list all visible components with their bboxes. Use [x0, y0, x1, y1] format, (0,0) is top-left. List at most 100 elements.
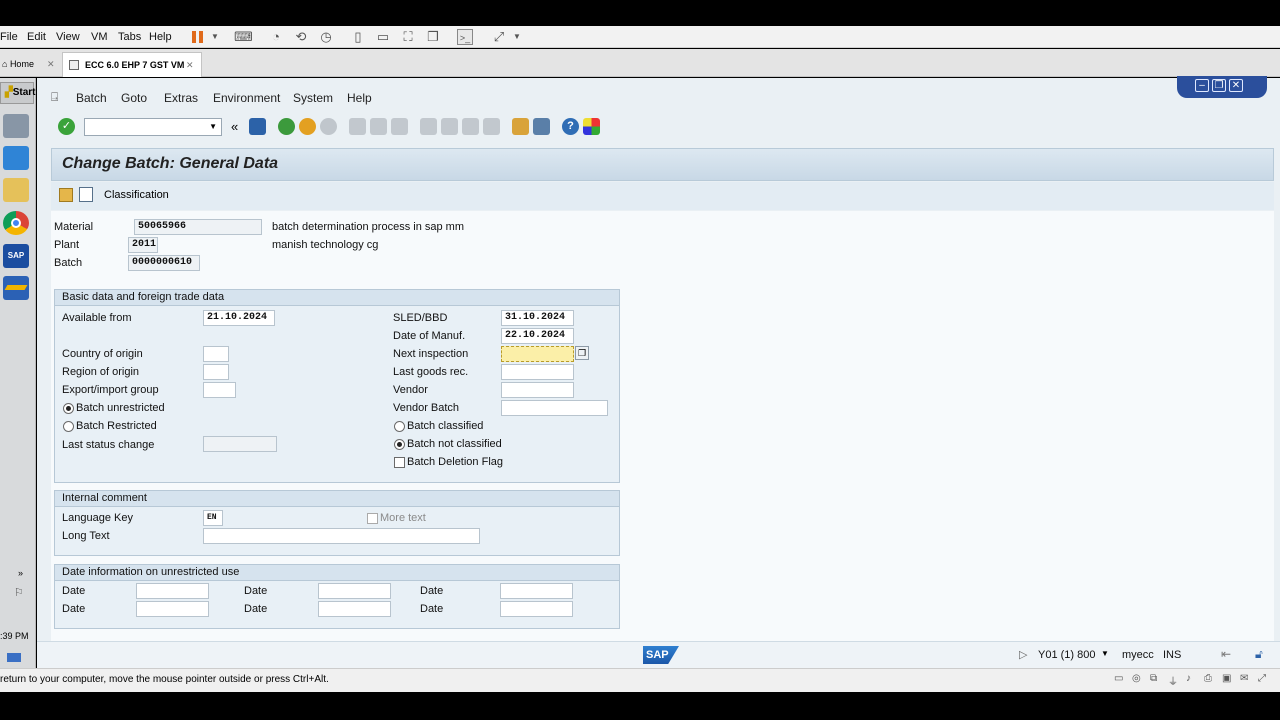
- available-from-field[interactable]: 21.10.2024: [203, 310, 275, 326]
- last-page-icon[interactable]: [483, 118, 500, 135]
- export-import-group-field[interactable]: [203, 382, 236, 398]
- back-icon[interactable]: [278, 118, 295, 135]
- region-of-origin-field[interactable]: [203, 364, 229, 380]
- more-text-checkbox[interactable]: [367, 513, 378, 524]
- country-of-origin-field[interactable]: [203, 346, 229, 362]
- menu-extras[interactable]: Extras: [164, 91, 198, 105]
- play-icon[interactable]: ▷: [1019, 648, 1027, 661]
- date-field[interactable]: [136, 583, 209, 599]
- tab-ecc-vm[interactable]: ECC 6.0 EHP 7 GST VM ✕: [62, 52, 202, 77]
- restore-icon[interactable]: ❐: [1212, 79, 1226, 92]
- chevron-right-icon[interactable]: »: [18, 568, 23, 578]
- exit-icon[interactable]: [299, 118, 316, 135]
- chevron-down-icon[interactable]: ▼: [509, 29, 525, 45]
- fullscreen-icon[interactable]: ⛶: [400, 29, 416, 45]
- batch-classified-radio[interactable]: [394, 421, 405, 432]
- print-icon[interactable]: [349, 118, 366, 135]
- date-field[interactable]: [318, 601, 391, 617]
- enter-check-icon[interactable]: ✓: [58, 118, 75, 135]
- display-icon: ▣: [1222, 673, 1232, 684]
- edit-icon[interactable]: [79, 187, 93, 202]
- vendor-field[interactable]: [501, 382, 574, 398]
- long-text-field[interactable]: [203, 528, 480, 544]
- date-of-manuf-field[interactable]: 22.10.2024: [501, 328, 574, 344]
- vm-menu-file[interactable]: File: [0, 26, 18, 48]
- menu-environment[interactable]: Environment: [213, 91, 280, 105]
- revert-snapshot-icon[interactable]: ⟲: [293, 29, 309, 45]
- resize-icon[interactable]: ⇤: [1221, 647, 1231, 661]
- powershell-icon[interactable]: [3, 146, 29, 170]
- chevron-down-icon[interactable]: ▼: [209, 122, 217, 131]
- last-status-change-field: [203, 436, 277, 452]
- menu-batch[interactable]: Batch: [76, 91, 107, 105]
- sap-logo: SAP: [643, 646, 679, 664]
- tab-home[interactable]: ⌂ Home ✕: [0, 52, 60, 77]
- date-field[interactable]: [318, 583, 391, 599]
- date-picker-icon[interactable]: ❐: [575, 346, 589, 360]
- flag-icon[interactable]: ⚐: [14, 586, 24, 599]
- cancel-icon[interactable]: [320, 118, 337, 135]
- date-field[interactable]: [136, 601, 209, 617]
- snapshot-manager-icon[interactable]: ◷: [318, 29, 334, 45]
- vm-menu-vm[interactable]: VM: [91, 26, 108, 48]
- sap-logon-icon[interactable]: SAP: [3, 244, 29, 268]
- previous-page-icon[interactable]: [441, 118, 458, 135]
- customize-layout-icon[interactable]: [583, 118, 600, 135]
- vm-menu-help[interactable]: Help: [149, 26, 172, 48]
- chevron-down-icon[interactable]: ▼: [1101, 649, 1109, 658]
- classification-button[interactable]: Classification: [104, 189, 169, 201]
- menu-goto[interactable]: Goto: [121, 91, 147, 105]
- snapshot-icon[interactable]: ◔: [268, 29, 284, 45]
- close-icon[interactable]: ✕: [186, 53, 194, 77]
- vm-menu-edit[interactable]: Edit: [27, 26, 46, 48]
- close-icon[interactable]: ✕: [47, 52, 55, 76]
- menu-icon[interactable]: ⍈: [51, 90, 58, 105]
- menu-help[interactable]: Help: [347, 91, 372, 105]
- date-info-group: Date information on unrestricted use Dat…: [54, 564, 620, 629]
- create-session-icon[interactable]: [512, 118, 529, 135]
- display-change-icon[interactable]: [59, 188, 73, 202]
- chevrons-left-icon[interactable]: «: [231, 119, 238, 134]
- find-icon[interactable]: [370, 118, 387, 135]
- network-icon[interactable]: [3, 114, 29, 138]
- tab-ecc-label: ECC 6.0 EHP 7 GST VM: [85, 60, 185, 70]
- batch-not-classified-radio[interactable]: [394, 439, 405, 450]
- language-key-field[interactable]: EN: [203, 510, 223, 526]
- command-field[interactable]: ▼: [84, 118, 222, 136]
- help-icon[interactable]: ?: [562, 118, 579, 135]
- console-icon[interactable]: >_: [457, 29, 473, 45]
- usb-icon: ⏚: [1168, 677, 1178, 688]
- vm-menu-view[interactable]: View: [56, 26, 80, 48]
- sap-gui-icon[interactable]: [3, 276, 29, 300]
- lock-icon[interactable]: 🔓︎: [1255, 647, 1263, 662]
- shortcut-icon[interactable]: [533, 118, 550, 135]
- batch-unrestricted-radio[interactable]: [63, 403, 74, 414]
- folder-icon[interactable]: [3, 178, 29, 202]
- last-goods-rec-field[interactable]: [501, 364, 574, 380]
- stretch-icon[interactable]: ⤢: [491, 29, 507, 45]
- send-keys-icon[interactable]: ⌨: [234, 29, 253, 45]
- vm-menu-tabs[interactable]: Tabs: [118, 26, 141, 48]
- show-desktop-icon[interactable]: [7, 653, 21, 662]
- save-icon[interactable]: [249, 118, 266, 135]
- sled-bbd-field[interactable]: 31.10.2024: [501, 310, 574, 326]
- date-field[interactable]: [500, 583, 573, 599]
- menu-system[interactable]: System: [293, 91, 333, 105]
- pause-icon[interactable]: [190, 29, 206, 45]
- start-button[interactable]: ▞Start: [0, 82, 36, 104]
- chrome-icon[interactable]: [3, 211, 29, 235]
- sidebar-icon[interactable]: ▯: [350, 29, 366, 45]
- thumbnail-icon[interactable]: ▭: [375, 29, 391, 45]
- chevron-down-icon[interactable]: ▼: [207, 29, 223, 45]
- first-page-icon[interactable]: [420, 118, 437, 135]
- batch-deletion-flag-checkbox[interactable]: [394, 457, 405, 468]
- find-next-icon[interactable]: [391, 118, 408, 135]
- date-field[interactable]: [500, 601, 573, 617]
- close-icon[interactable]: ✕: [1229, 79, 1243, 92]
- batch-restricted-radio[interactable]: [63, 421, 74, 432]
- minimize-icon[interactable]: –: [1195, 79, 1209, 92]
- vendor-batch-field[interactable]: [501, 400, 608, 416]
- next-inspection-field[interactable]: [501, 346, 574, 362]
- unity-icon[interactable]: ❐: [425, 29, 441, 45]
- next-page-icon[interactable]: [462, 118, 479, 135]
